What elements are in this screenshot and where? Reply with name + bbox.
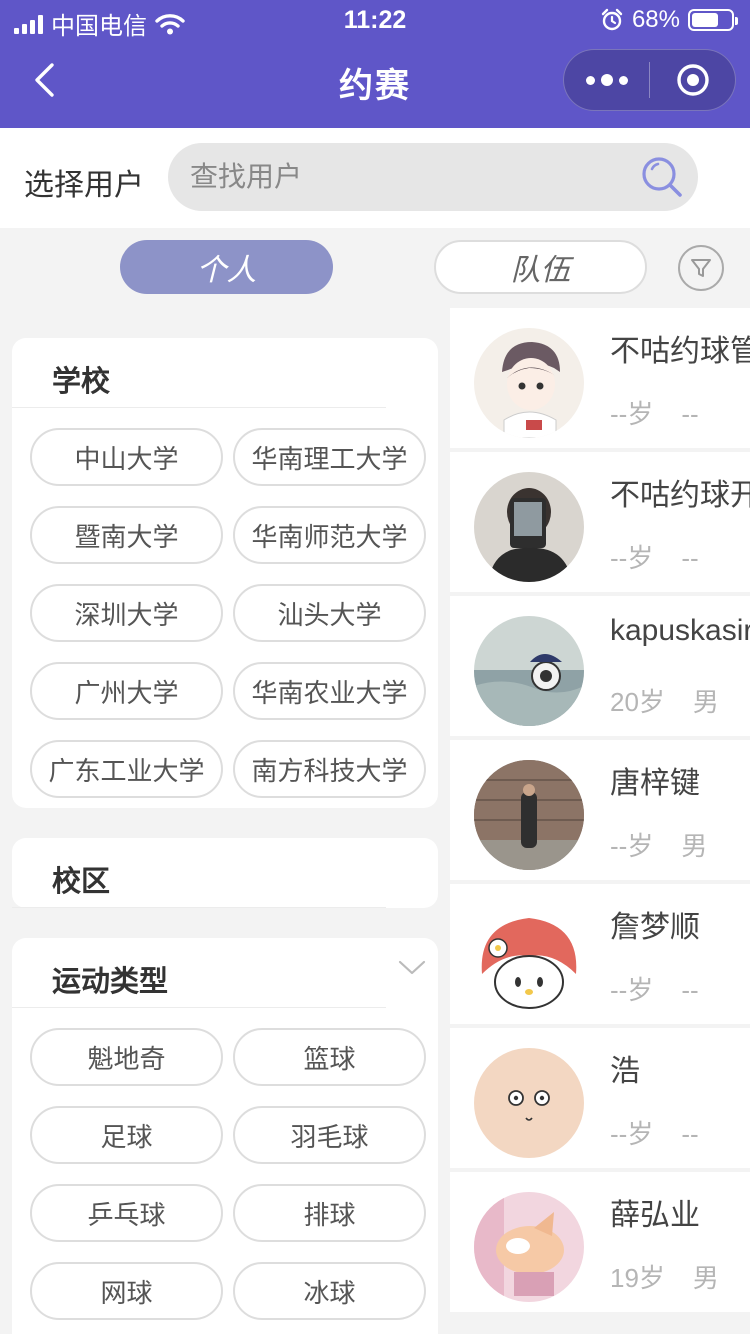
user-name: 不咕约球管 (610, 335, 750, 368)
user-gender: -- (681, 399, 699, 429)
user-name: 薛弘业 (610, 1199, 700, 1232)
user-meta: --岁 -- (610, 970, 699, 1007)
user-age: 19岁 (610, 1263, 665, 1293)
school-option[interactable]: 华南农业大学 (233, 662, 426, 720)
search-icon (642, 157, 682, 197)
user-card[interactable]: 不咕约球开 --岁 -- (450, 452, 750, 592)
header: 中国电信 11:22 68% 约赛 (0, 0, 750, 128)
user-card[interactable]: 唐梓键 --岁男 (450, 740, 750, 880)
school-option[interactable]: 华南理工大学 (233, 428, 426, 486)
more-button[interactable] (564, 50, 649, 110)
campus-filter-card[interactable]: 校区 (12, 838, 438, 908)
sport-filter-header[interactable]: 运动类型 (12, 938, 426, 1008)
school-option[interactable]: 暨南大学 (30, 506, 223, 564)
mini-program-capsule (563, 49, 736, 111)
user-gender: 男 (692, 1263, 719, 1293)
user-age: --岁 (610, 975, 654, 1005)
user-list: 不咕约球管 --岁 -- 不咕约球开 --岁 -- kapuskasir 20岁… (450, 308, 750, 1334)
user-age: 20岁 (610, 687, 665, 717)
school-option[interactable]: 汕头大学 (233, 584, 426, 642)
user-card[interactable]: 薛弘业 19岁男 (450, 1172, 750, 1312)
search-button[interactable] (638, 153, 686, 201)
search-row: 选择用户 (0, 128, 750, 228)
user-age: --岁 (610, 543, 654, 573)
avatar (474, 1192, 584, 1302)
sport-filter-card: 运动类型 魁地奇 篮球 足球 羽毛球 乒乓球 排球 网球 冰球 (12, 938, 438, 1334)
avatar (474, 472, 584, 582)
close-miniprogram-button[interactable] (650, 50, 735, 110)
search-input[interactable] (190, 143, 630, 211)
user-meta: 19岁男 (610, 1258, 719, 1295)
user-name: 浩 (610, 1055, 640, 1088)
filter-icon (691, 259, 711, 277)
user-name: 詹梦顺 (610, 911, 700, 944)
school-option[interactable]: 华南师范大学 (233, 506, 426, 564)
battery-percent: 68% (631, 6, 680, 33)
sport-option[interactable]: 乒乓球 (30, 1184, 223, 1242)
sport-option[interactable]: 网球 (30, 1262, 223, 1320)
campus-filter-header: 校区 (12, 838, 386, 908)
alarm-icon (601, 8, 623, 31)
user-meta: --岁 -- (610, 394, 699, 431)
user-name: 不咕约球开 (610, 479, 750, 512)
user-age: --岁 (610, 831, 654, 861)
avatar (474, 328, 584, 438)
user-gender: -- (681, 543, 699, 573)
school-option[interactable]: 中山大学 (30, 428, 223, 486)
chevron-down-icon[interactable] (398, 960, 426, 976)
user-age: --岁 (610, 1119, 654, 1149)
tabs-row: 个人 队伍 (0, 228, 750, 308)
status-bar: 中国电信 11:22 68% (0, 0, 750, 40)
more-dots-icon (585, 74, 628, 86)
user-meta: --岁 -- (610, 1114, 699, 1151)
sport-filter-title: 运动类型 (52, 966, 169, 998)
sport-option[interactable]: 冰球 (233, 1262, 426, 1320)
school-option[interactable]: 南方科技大学 (233, 740, 426, 798)
sport-option[interactable]: 羽毛球 (233, 1106, 426, 1164)
user-name: kapuskasir (610, 614, 750, 647)
school-option[interactable]: 广州大学 (30, 662, 223, 720)
search-box (168, 143, 698, 211)
tab-team[interactable]: 队伍 (434, 240, 647, 294)
school-option[interactable]: 深圳大学 (30, 584, 223, 642)
tab-individual[interactable]: 个人 (120, 240, 333, 294)
user-meta: --岁 -- (610, 538, 699, 575)
sport-option[interactable]: 魁地奇 (30, 1028, 223, 1086)
sport-option[interactable]: 排球 (233, 1184, 426, 1242)
school-filter-card: 学校 中山大学 华南理工大学 暨南大学 华南师范大学 深圳大学 汕头大学 广州大… (12, 338, 438, 808)
sport-option[interactable]: 篮球 (233, 1028, 426, 1086)
user-card[interactable]: 詹梦顺 --岁 -- (450, 884, 750, 1024)
user-gender: 男 (681, 831, 708, 861)
battery-icon (688, 9, 738, 31)
school-filter-title: 学校 (52, 366, 111, 398)
avatar (474, 760, 584, 870)
user-gender: -- (681, 975, 699, 1005)
user-gender: -- (681, 1119, 699, 1149)
sport-option[interactable]: 足球 (30, 1106, 223, 1164)
user-card[interactable]: 浩 --岁 -- (450, 1028, 750, 1168)
user-age: --岁 (610, 399, 654, 429)
user-meta: 20岁男 (610, 682, 719, 719)
sport-options: 魁地奇 篮球 足球 羽毛球 乒乓球 排球 网球 冰球 (12, 1008, 438, 1330)
filter-panel: 学校 中山大学 华南理工大学 暨南大学 华南师范大学 深圳大学 汕头大学 广州大… (0, 308, 450, 1334)
user-card[interactable]: kapuskasir 20岁男 (450, 596, 750, 736)
user-gender: 男 (692, 687, 719, 717)
user-name: 唐梓键 (610, 767, 700, 800)
avatar (474, 904, 584, 1014)
target-icon (676, 64, 709, 96)
avatar (474, 1048, 584, 1158)
school-filter-header: 学校 (12, 338, 386, 408)
nav-bar: 约赛 (0, 40, 750, 128)
user-meta: --岁男 (610, 826, 707, 863)
search-label: 选择用户 (24, 169, 144, 202)
filter-button[interactable] (678, 245, 724, 291)
campus-filter-title: 校区 (52, 866, 111, 898)
school-options: 中山大学 华南理工大学 暨南大学 华南师范大学 深圳大学 汕头大学 广州大学 华… (12, 408, 438, 808)
avatar (474, 616, 584, 726)
user-card[interactable]: 不咕约球管 --岁 -- (450, 308, 750, 448)
school-option[interactable]: 广东工业大学 (30, 740, 223, 798)
